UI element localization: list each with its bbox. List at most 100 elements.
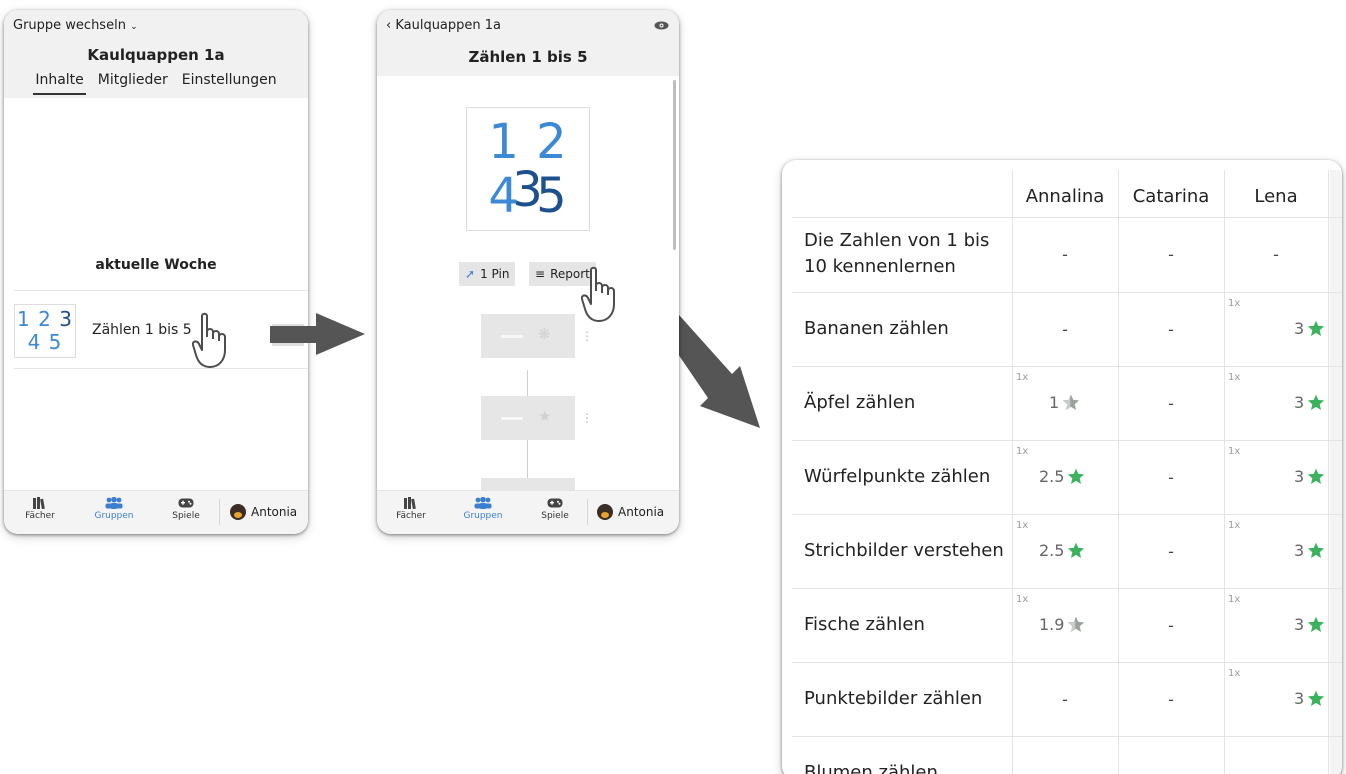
report-table: Annalina Catarina Lena Die Zahlen von 1 …	[782, 160, 1342, 774]
star-icon: ★	[538, 407, 552, 425]
back-button[interactable]: ‹ Kaulquappen 1a	[386, 18, 501, 33]
score-cell[interactable]: 3	[1294, 319, 1325, 338]
score-value: 3	[1294, 319, 1305, 338]
score-cell[interactable]: -	[1224, 245, 1328, 264]
score-cell[interactable]: -	[1118, 245, 1224, 264]
digit: 5	[536, 168, 568, 224]
more-icon[interactable]: ⋮	[581, 412, 593, 424]
flow-step-card[interactable]: ❋	[481, 314, 575, 358]
star-icon	[1308, 542, 1325, 558]
score-cell[interactable]: 2.5	[1039, 541, 1085, 560]
score-cell[interactable]: -	[1118, 320, 1224, 339]
attempt-count: 1x	[1228, 298, 1241, 309]
attempt-count: 1x	[1228, 372, 1241, 383]
gamepad-icon	[547, 498, 563, 508]
lightbulb-icon: ❋	[538, 325, 551, 343]
star-icon	[1068, 468, 1085, 484]
row-label[interactable]: Blumen zählen	[804, 760, 1014, 774]
row-label[interactable]: Punktebilder zählen	[804, 686, 1014, 712]
star-icon	[1063, 394, 1080, 410]
column-header-catarina: Catarina	[1132, 186, 1210, 207]
score-cell[interactable]: -	[1118, 394, 1224, 413]
nav-groups[interactable]: Gruppen	[455, 497, 511, 521]
nav-subjects-label: Fächer	[396, 511, 426, 521]
eye-icon[interactable]	[654, 21, 669, 30]
score-value: 3	[1294, 467, 1305, 486]
more-icon[interactable]: ⋮	[581, 330, 593, 342]
row-divider	[792, 292, 1342, 293]
attempt-count: 1x	[1016, 446, 1029, 457]
score-cell[interactable]: 3	[1294, 615, 1325, 634]
score-cell[interactable]: -	[1012, 320, 1118, 339]
score-value: 2.5	[1039, 467, 1065, 486]
nav-subjects[interactable]: Fächer	[383, 497, 439, 521]
row-label[interactable]: Würfelpunkte zählen	[804, 464, 1014, 490]
row-divider	[792, 366, 1342, 367]
star-icon	[1308, 320, 1325, 336]
pin-icon: ➚	[465, 267, 476, 281]
star-icon	[1308, 394, 1325, 410]
nav-games[interactable]: Spiele	[527, 497, 583, 521]
star-icon	[1308, 616, 1325, 632]
content-title: Zählen 1 bis 5	[468, 48, 588, 66]
attempt-count: 1x	[1016, 594, 1029, 605]
score-cell[interactable]: 1.9	[1039, 615, 1085, 634]
star-icon	[1308, 468, 1325, 484]
row-label[interactable]: Bananen zählen	[804, 316, 1014, 342]
row-label[interactable]: Äpfel zählen	[804, 390, 1014, 416]
score-value: 3	[1294, 615, 1305, 634]
row-divider	[792, 514, 1342, 515]
books-icon	[404, 497, 416, 509]
attempt-count: 1x	[1016, 372, 1029, 383]
user-name: Antonia	[618, 505, 665, 519]
row-divider	[792, 736, 1342, 737]
score-cell[interactable]: 3	[1294, 467, 1325, 486]
nav-groups-label: Gruppen	[463, 511, 503, 521]
row-label[interactable]: Fische zählen	[804, 612, 1014, 638]
row-divider	[792, 217, 1342, 218]
attempt-count: 1x	[1016, 520, 1029, 531]
nav-user[interactable]: Antonia	[597, 504, 664, 520]
avatar	[597, 504, 613, 520]
score-cell[interactable]: 2.5	[1039, 467, 1085, 486]
score-value: 3	[1294, 689, 1305, 708]
score-value: 1	[1049, 393, 1060, 412]
bottom-navigation: Fächer Gruppen Spiele Antonia	[377, 490, 679, 534]
score-cell[interactable]: -	[1118, 542, 1224, 561]
column-header-annalina: Annalina	[1025, 186, 1105, 207]
pin-button[interactable]: ➚ 1 Pin	[459, 262, 516, 286]
score-cell[interactable]: -	[1012, 690, 1118, 709]
nav-games-label: Spiele	[541, 511, 569, 521]
score-cell[interactable]: 1	[1049, 393, 1080, 412]
content-header: ‹ Kaulquappen 1a Zählen 1 bis 5	[377, 10, 679, 76]
score-value: 1.9	[1039, 615, 1065, 634]
star-icon	[1308, 690, 1325, 706]
list-icon: ≡	[535, 267, 546, 281]
row-label[interactable]: Die Zahlen von 1 bis 10 kennenlernen	[804, 228, 1014, 280]
flow-step-card[interactable]: ★	[481, 396, 575, 440]
content-image: 1 2 3 4 5	[466, 107, 590, 231]
score-cell[interactable]: -	[1118, 468, 1224, 487]
score-value: 2.5	[1039, 541, 1065, 560]
pin-label: 1 Pin	[480, 267, 510, 281]
row-label[interactable]: Strichbilder verstehen	[804, 538, 1014, 564]
score-cell[interactable]: 3	[1294, 393, 1325, 412]
score-cell[interactable]: -	[1118, 690, 1224, 709]
column-divider	[1328, 170, 1329, 774]
row-divider	[792, 440, 1342, 441]
score-cell[interactable]: 3	[1294, 541, 1325, 560]
nav-divider	[587, 499, 588, 525]
row-divider	[792, 662, 1342, 663]
star-icon	[1068, 616, 1085, 632]
scrollbar[interactable]	[1330, 170, 1342, 774]
row-divider	[792, 588, 1342, 589]
attempt-count: 1x	[1228, 594, 1241, 605]
attempt-count: 1x	[1228, 668, 1241, 679]
content-screen: ‹ Kaulquappen 1a Zählen 1 bis 5 1 2 3 4 …	[377, 10, 679, 534]
score-cell[interactable]: -	[1118, 616, 1224, 635]
attempt-count: 1x	[1228, 446, 1241, 457]
score-cell[interactable]: -	[1012, 245, 1118, 264]
scrollbar[interactable]	[673, 80, 676, 250]
score-cell[interactable]: 3	[1294, 689, 1325, 708]
score-value: 3	[1294, 393, 1305, 412]
